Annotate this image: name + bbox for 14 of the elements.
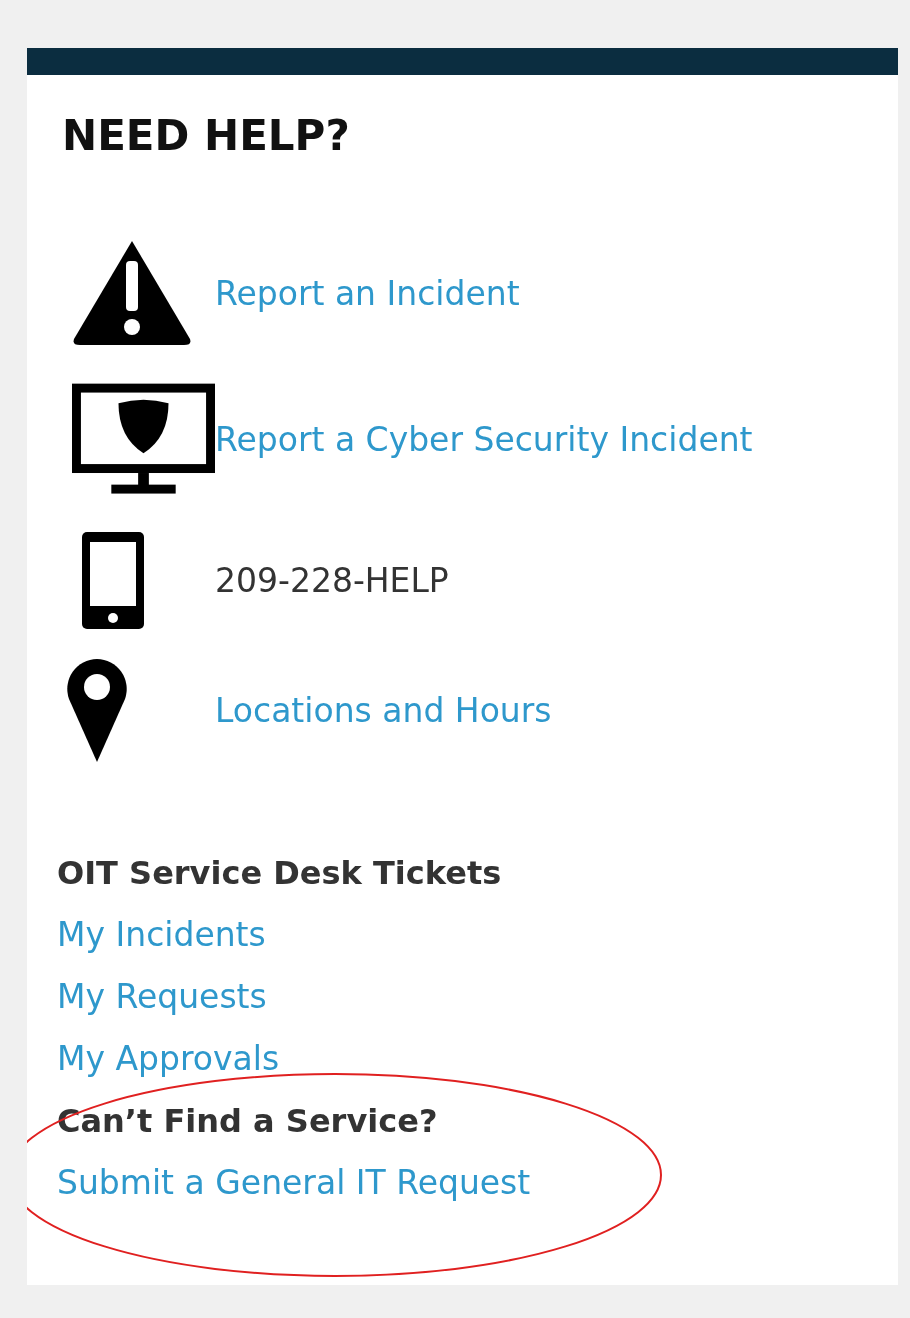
location-pin-icon (67, 659, 127, 762)
contact-link[interactable]: Report a Cyber Security Incident (215, 420, 753, 459)
ticket-link[interactable]: My Incidents (57, 904, 266, 966)
warning-icon (72, 239, 192, 347)
ticket-link[interactable]: My Requests (57, 966, 267, 1028)
ticket-link[interactable]: Submit a General IT Request (57, 1152, 531, 1214)
section-heading: Can’t Find a Service? (57, 1101, 439, 1142)
phone-icon (82, 532, 144, 629)
contact-link[interactable]: Report an Incident (215, 273, 520, 313)
ticket-link[interactable]: My Approvals (57, 1028, 280, 1090)
phone-number: 209-228-HELP (215, 561, 449, 600)
section-heading: OIT Service Desk Tickets (57, 853, 503, 894)
contact-link[interactable]: Locations and Hours (215, 691, 552, 730)
card-title: NEED HELP? (62, 111, 351, 161)
